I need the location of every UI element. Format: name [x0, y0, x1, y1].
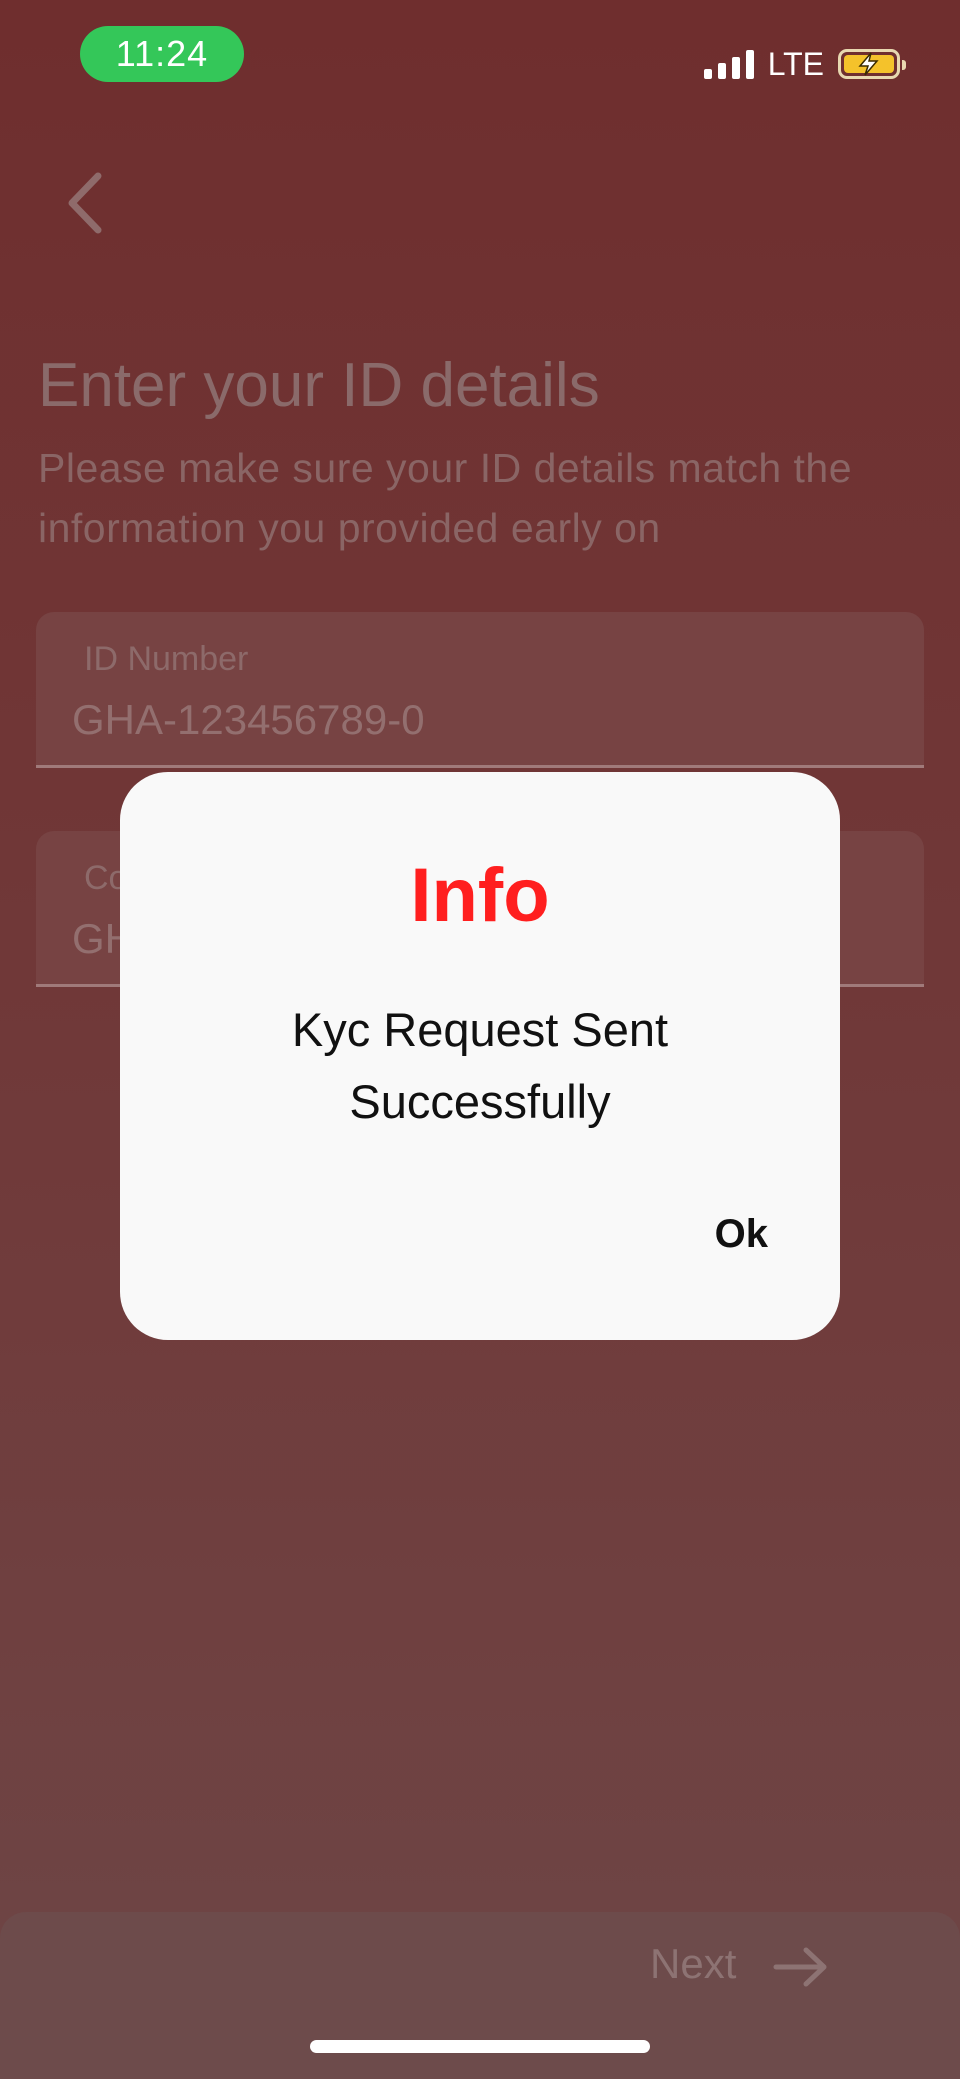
battery-charging-icon	[838, 49, 906, 79]
arrow-right-icon[interactable]	[772, 1942, 832, 1992]
id-number-label: ID Number	[84, 640, 249, 678]
id-number-value: GHA-123456789-0	[72, 696, 425, 743]
id-number-field[interactable]: ID Number GHA-123456789-0	[36, 612, 924, 768]
status-time: 11:24	[80, 26, 244, 82]
signal-icon	[703, 49, 754, 79]
status-indicators: LTE	[703, 44, 906, 84]
next-button[interactable]: Next	[650, 1940, 736, 1988]
dialog-message: Kyc Request Sent Successfully	[291, 1003, 669, 1128]
network-type: LTE	[767, 45, 824, 82]
chevron-left-icon	[68, 172, 102, 234]
page-title: Enter your ID details	[38, 351, 600, 420]
dialog-title: Info	[410, 853, 550, 938]
back-button[interactable]	[58, 168, 118, 238]
page-subtitle: Please make sure your ID details match t…	[38, 445, 853, 551]
ok-button[interactable]: Ok	[715, 1212, 768, 1257]
info-dialog: Info Kyc Request Sent Successfully Ok	[120, 772, 840, 1340]
bottom-bar	[0, 1912, 960, 2079]
home-indicator[interactable]	[310, 2040, 650, 2053]
